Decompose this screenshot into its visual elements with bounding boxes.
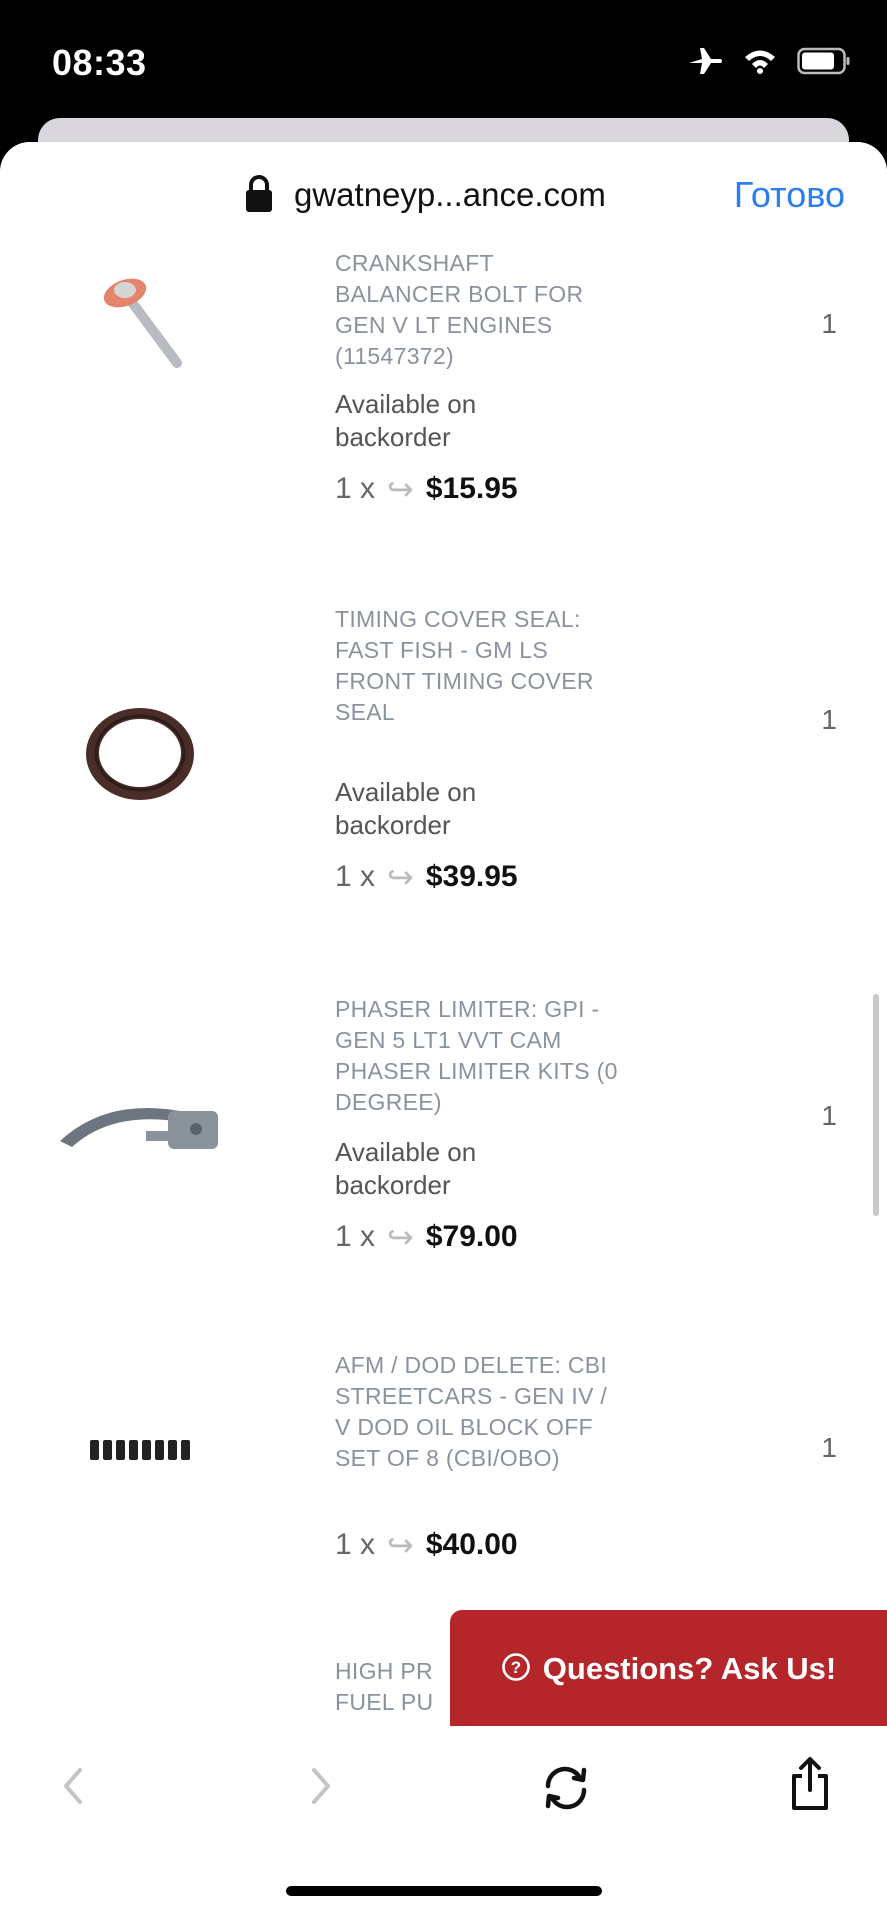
item-title[interactable]: PHASER LIMITER: GPI - GEN 5 LT1 VVT CAM … [335,994,625,1118]
cart-content: CRANKSHAFT BALANCER BOLT FOR GEN V LT EN… [0,248,887,1726]
limiter-image [40,1074,240,1184]
url-bar: gwatneyp...ance.com Готово [0,142,887,248]
item-title[interactable]: CRANKSHAFT BALANCER BOLT FOR GEN V LT EN… [335,248,625,372]
back-arrow-icon[interactable] [58,1764,88,1813]
block-off-set-image [40,1430,240,1470]
svg-text:?: ? [511,1658,521,1677]
scroll-indicator[interactable] [873,994,879,1216]
item-quantity[interactable]: 1 [821,1432,837,1464]
battery-icon [797,47,851,80]
return-arrow-icon: ↪ [387,859,414,895]
question-circle-icon: ? [501,1652,531,1687]
wifi-icon [743,48,777,79]
lock-icon [244,174,274,219]
item-availability: Available on backorder [335,389,477,452]
questions-chat-button[interactable]: ? Questions? Ask Us! [450,1610,887,1728]
status-bar: 08:33 [0,0,887,120]
bolt-image [40,268,240,368]
browser-sheet: gwatneyp...ance.com Готово CRANKSHAFT BA… [0,142,887,1920]
home-indicator[interactable] [286,1886,602,1896]
item-price: $15.95 [425,472,518,505]
item-availability: Available on backorder [335,777,477,840]
done-button[interactable]: Готово [734,174,845,216]
status-time: 08:33 [52,42,147,83]
item-price: $39.95 [425,860,518,893]
item-title[interactable]: AFM / DOD DELETE: CBI STREETCARS - GEN I… [335,1350,625,1474]
item-multiplier: 1 x [335,860,376,893]
return-arrow-icon: ↪ [387,1527,414,1563]
item-multiplier: 1 x [335,1220,376,1253]
return-arrow-icon: ↪ [387,1219,414,1255]
domain-label[interactable]: gwatneyp...ance.com [294,176,606,214]
item-price: $79.00 [425,1220,518,1253]
item-multiplier: 1 x [335,472,376,505]
airplane-icon [687,46,723,81]
chat-button-label: Questions? Ask Us! [542,1651,837,1686]
item-price-line: 1 x ↪ $39.95 [335,858,518,896]
item-title[interactable]: TIMING COVER SEAL: FAST FISH - GM LS FRO… [335,604,625,728]
item-price-line: 1 x ↪ $79.00 [335,1218,518,1256]
item-availability: Available on backorder [335,1137,477,1200]
item-quantity[interactable]: 1 [821,704,837,736]
share-icon[interactable] [788,1756,832,1817]
refresh-icon[interactable] [540,1764,592,1817]
seal-image [40,684,240,824]
item-quantity[interactable]: 1 [821,308,837,340]
item-multiplier: 1 x [335,1528,376,1561]
item-price-line: 1 x ↪ $15.95 [335,470,518,508]
item-quantity[interactable]: 1 [821,1100,837,1132]
item-price: $40.00 [425,1528,518,1561]
status-icons [687,46,851,81]
forward-arrow-icon[interactable] [306,1764,336,1813]
item-price-line: 1 x ↪ $40.00 [335,1526,518,1564]
return-arrow-icon: ↪ [387,471,414,507]
